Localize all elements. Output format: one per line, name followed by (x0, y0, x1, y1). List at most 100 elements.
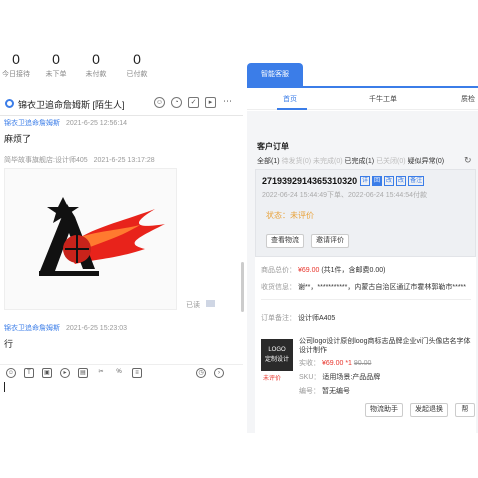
online-status-icon (5, 99, 14, 108)
stat-no-order-value: 0 (52, 51, 60, 67)
file-icon[interactable]: ▤ (78, 368, 88, 378)
message-1-sender: 锦衣卫追命詹姆斯 (4, 120, 60, 127)
address-key: 收货信息： (261, 284, 296, 291)
copy-badge[interactable]: 回 (372, 176, 383, 186)
modify-badge[interactable]: 改 (384, 176, 395, 186)
stat-unpaid-label: 未付款 (85, 71, 107, 78)
total-price-row: 商品总价： ¥69.00 (共1件，含邮费0.00) (261, 265, 386, 275)
divider (261, 299, 471, 300)
message-input[interactable] (4, 382, 5, 392)
code-row: 编号： 暂无编号 (299, 386, 350, 396)
stat-no-order-label: 未下单 (45, 71, 67, 78)
stats-bar: 0 今日接待 0 未下单 0 未付款 0 已付款 (0, 50, 240, 84)
product-name[interactable]: 公司logo设计原创loog商标志品牌企业vi门头像店名字体设计制作 (299, 337, 475, 355)
note-badge[interactable]: 备注 (408, 176, 425, 186)
order-status: 状态：未评价 (266, 210, 314, 221)
order-filters: 全部(1) 待发货(0) 未完成(0) 已完成(1) 已关闭(0) 疑似异常(0… (257, 156, 444, 166)
stat-no-order: 0 未下单 (36, 50, 76, 79)
text-icon[interactable]: T (24, 368, 34, 378)
product-thumbnail[interactable]: LOGO 定制设计 (261, 339, 293, 371)
invite-review-button[interactable]: 邀请评价 (311, 234, 349, 248)
section-title-orders: 客户订单 (257, 142, 289, 151)
filter-completed[interactable]: 已完成(1) (345, 158, 375, 165)
message-1-meta: 锦衣卫追命詹姆斯 2021-6-25 12:56:14 (4, 118, 127, 128)
chat-header-actions: ☺ ◔ ✓ ▸ ⋯ (154, 97, 233, 108)
chat-panel: 锦衣卫追命詹姆斯 [陌生人] ☺ ◔ ✓ ▸ ⋯ 锦衣卫追命詹姆斯 2021-6… (0, 92, 244, 430)
stat-unpaid: 0 未付款 (76, 50, 116, 79)
video-icon[interactable]: ▸ (60, 368, 70, 378)
assistant-panel: 智能客服 首页 千牛工单 质检 客户订单 全部(1) 待发货(0) 未完成(0)… (247, 63, 478, 433)
percent-icon[interactable]: % (114, 368, 124, 378)
subtab-bar: 首页 千牛工单 质检 (247, 88, 478, 110)
message-3-time: 2021-6-25 15:23:03 (65, 325, 128, 332)
edit-icon[interactable]: ✓ (188, 97, 199, 108)
chat-scrollbar[interactable] (241, 262, 244, 312)
product-thumbnail-title: LOGO (268, 347, 286, 353)
filter-all[interactable]: 全部(1) (257, 158, 280, 165)
read-status-icon (206, 300, 215, 307)
image-icon[interactable]: ▣ (42, 368, 52, 378)
more-icon[interactable]: ⋯ (222, 97, 233, 108)
subtab-quality[interactable]: 质检 (461, 94, 475, 104)
code-key: 编号： (299, 388, 320, 395)
paid-key: 实收： (299, 360, 320, 367)
stat-unpaid-value: 0 (92, 51, 100, 67)
order-status-value: 未评价 (290, 211, 314, 220)
modify-badge-2[interactable]: 改 (396, 176, 407, 186)
stat-paid-label: 已付款 (126, 71, 148, 78)
logo-image (39, 197, 165, 276)
message-2-image[interactable] (4, 168, 177, 310)
message-2-time: 2021-6-25 13:17:28 (93, 157, 155, 164)
chat-header: 锦衣卫追命詹姆斯 [陌生人] ☺ ◔ ✓ ▸ ⋯ (0, 92, 243, 116)
smile-icon[interactable]: ☺ (154, 97, 165, 108)
original-price: 90.00 (353, 360, 372, 367)
review-tag: 未评价 (263, 376, 282, 382)
stat-paid-value: 0 (133, 51, 141, 67)
sku-row: SKU： 适用场景:产品品牌 (299, 372, 380, 382)
filter-unfinished[interactable]: 未完成(0) (313, 158, 343, 165)
history-icon[interactable]: ◷ (196, 368, 206, 378)
product-thumbnail-sub: 定制设计 (264, 357, 289, 363)
arrow-icon[interactable]: › (214, 368, 224, 378)
help-button[interactable]: 帮 (455, 403, 475, 417)
filter-suspect[interactable]: 疑似异常(0) (408, 158, 445, 165)
filter-closed[interactable]: 已关闭(0) (376, 158, 406, 165)
cut-icon[interactable]: ✂ (96, 368, 106, 378)
user-icon[interactable]: ◔ (171, 97, 182, 108)
stat-today-value: 0 (12, 51, 20, 67)
logistics-helper-button[interactable]: 物流助手 (365, 403, 403, 417)
sku-key: SKU： (299, 374, 321, 381)
subtab-home[interactable]: 首页 (283, 94, 297, 104)
tab-smart-service[interactable]: 智能客服 (247, 63, 303, 86)
note-row: 订单备注： 设计师A405 (261, 313, 335, 323)
message-1-time: 2021-6-25 12:56:14 (65, 120, 128, 127)
stat-today: 0 今日接待 (0, 50, 36, 79)
emoji-icon[interactable]: ☺ (6, 368, 16, 378)
total-price-extra: (共1件，含邮费0.00) (321, 267, 386, 274)
sku-value: 适用场景:产品品牌 (322, 374, 381, 381)
video-call-icon[interactable]: ▸ (205, 97, 216, 108)
paid-row: 实收： ¥69.00 *1 90.00 (299, 358, 371, 368)
stat-today-label: 今日接待 (2, 71, 30, 78)
detail-badge[interactable]: 详 (360, 176, 371, 186)
order-time: 2022-06-24 15:44:49下单、2022-06-24 15:44:5… (262, 192, 427, 199)
message-2-meta: 简毕故事旗舰店:设计师405 2021-6-25 13:17:28 (4, 155, 155, 165)
order-id: 2719392914365310320 (262, 176, 358, 186)
return-exchange-button[interactable]: 发起退换 (410, 403, 448, 417)
order-status-key: 状态： (266, 211, 290, 220)
order-card: 2719392914365310320 详 回 改 改 备注 2022-06-2… (255, 169, 476, 257)
note-key: 订单备注： (261, 315, 296, 322)
view-logistics-button[interactable]: 查看物流 (266, 234, 304, 248)
subtab-workorder[interactable]: 千牛工单 (369, 94, 397, 104)
refresh-icon[interactable]: ↻ (464, 155, 472, 166)
paid-price: ¥69.00 (321, 360, 344, 367)
subtab-underline (277, 108, 307, 110)
stat-paid: 0 已付款 (117, 50, 157, 79)
doc-icon[interactable]: ≡ (132, 368, 142, 378)
message-3-sender: 锦衣卫追命詹姆斯 (4, 325, 60, 332)
total-price: ¥69.00 (297, 267, 320, 274)
total-price-key: 商品总价： (261, 267, 296, 274)
read-status: 已读 (186, 302, 200, 309)
message-3-text: 行 (4, 339, 14, 349)
filter-pending[interactable]: 待发货(0) (282, 158, 312, 165)
